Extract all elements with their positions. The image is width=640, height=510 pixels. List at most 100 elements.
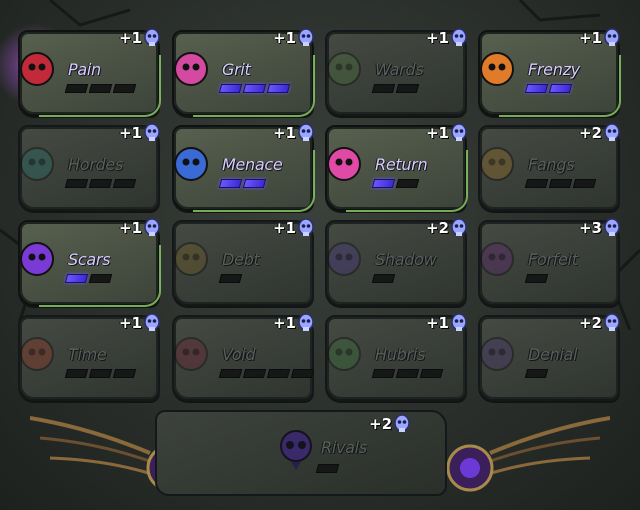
boon-card-pain[interactable]: Pain +1 bbox=[18, 28, 161, 117]
rank-bar bbox=[371, 274, 396, 283]
cost-value: +2 bbox=[578, 124, 602, 142]
rank-bars bbox=[218, 84, 291, 93]
boon-name: Wards bbox=[375, 60, 424, 79]
skull-gem-icon bbox=[144, 218, 160, 236]
boon-card-denial[interactable]: Denial +2 bbox=[478, 313, 620, 401]
skull-gem-icon bbox=[298, 313, 314, 331]
boon-name: Pain bbox=[68, 60, 101, 79]
boon-card-wards[interactable]: Wards +1 bbox=[325, 28, 467, 116]
cost-value: +1 bbox=[272, 29, 296, 47]
boon-card-void[interactable]: Void +1 bbox=[172, 313, 315, 401]
rank-bars bbox=[371, 274, 396, 283]
boon-card-forfeit[interactable]: Forfeit +3 bbox=[478, 218, 620, 306]
boon-card-rivals[interactable]: Rivals +2 bbox=[155, 410, 447, 496]
skull-gem-icon bbox=[451, 28, 467, 46]
boon-card-fangs[interactable]: Fangs +2 bbox=[478, 123, 620, 211]
boon-card-menace[interactable]: Menace +1 bbox=[172, 123, 315, 212]
rank-bars bbox=[218, 274, 243, 283]
boon-name: Grit bbox=[222, 60, 251, 79]
boon-card-time[interactable]: Time +1 bbox=[18, 313, 160, 401]
rank-bars bbox=[218, 179, 267, 188]
rank-bar bbox=[290, 369, 315, 378]
cost-value: +2 bbox=[425, 219, 449, 237]
cost-value: +1 bbox=[272, 314, 296, 332]
boon-card-scars[interactable]: Scars +1 bbox=[18, 218, 161, 307]
cost-value: +1 bbox=[118, 29, 142, 47]
cost-value: +1 bbox=[118, 124, 142, 142]
rank-bar bbox=[218, 274, 243, 283]
rank-bar bbox=[112, 369, 137, 378]
rank-bar bbox=[218, 179, 243, 188]
skull-gem-icon bbox=[144, 313, 160, 331]
rank-bar bbox=[218, 369, 243, 378]
blue-skull-flame-icon bbox=[174, 147, 208, 181]
rank-bar bbox=[524, 274, 549, 283]
boon-card-debt[interactable]: Debt +1 bbox=[172, 218, 314, 306]
cost-badge: +1 bbox=[426, 28, 467, 48]
rank-bar bbox=[524, 84, 549, 93]
skull-gem-icon bbox=[451, 123, 467, 141]
cost-badge: +1 bbox=[426, 123, 467, 143]
skull-gem-icon bbox=[298, 218, 314, 236]
cost-badge: +1 bbox=[119, 218, 160, 238]
rank-bar bbox=[266, 84, 291, 93]
flame-fist-icon bbox=[480, 52, 514, 86]
boon-name: Menace bbox=[222, 155, 283, 174]
rank-bars bbox=[371, 369, 444, 378]
boon-name: Scars bbox=[68, 250, 111, 269]
rank-bars bbox=[371, 84, 420, 93]
boon-card-grit[interactable]: Grit +1 bbox=[172, 28, 315, 117]
dark-skull-icon bbox=[280, 430, 312, 470]
rank-bars bbox=[64, 274, 113, 283]
rank-bar bbox=[395, 84, 420, 93]
cost-value: +1 bbox=[425, 314, 449, 332]
cost-value: +3 bbox=[578, 219, 602, 237]
cost-badge: +2 bbox=[369, 414, 410, 434]
flask-icon bbox=[480, 337, 514, 371]
boon-card-hubris[interactable]: Hubris +1 bbox=[325, 313, 467, 401]
skull-gem-icon bbox=[451, 218, 467, 236]
skull-gem-icon bbox=[451, 313, 467, 331]
boon-name: Debt bbox=[222, 250, 260, 269]
pink-skull-icon bbox=[327, 147, 361, 181]
boon-name: Rivals bbox=[321, 438, 367, 457]
rank-bar bbox=[266, 369, 291, 378]
rank-bar bbox=[395, 179, 420, 188]
cost-badge: +1 bbox=[426, 313, 467, 333]
rank-bar bbox=[64, 179, 89, 188]
rank-bar bbox=[524, 369, 549, 378]
boon-name: Return bbox=[375, 155, 428, 174]
cost-badge: +1 bbox=[273, 123, 314, 143]
rank-bar bbox=[395, 369, 420, 378]
boon-card-return[interactable]: Return +1 bbox=[325, 123, 468, 212]
cost-badge: +1 bbox=[119, 313, 160, 333]
cost-value: +1 bbox=[425, 124, 449, 142]
rank-bar bbox=[315, 464, 340, 473]
skull-gem-icon bbox=[604, 28, 620, 46]
rank-bar bbox=[88, 179, 113, 188]
rank-bar bbox=[64, 369, 89, 378]
cost-badge: +2 bbox=[579, 123, 620, 143]
cost-badge: +1 bbox=[273, 218, 314, 238]
boon-card-shadow[interactable]: Shadow +2 bbox=[325, 218, 467, 306]
void-orb-icon bbox=[174, 337, 208, 371]
rank-bar bbox=[242, 84, 267, 93]
skull-gem-icon bbox=[298, 28, 314, 46]
bat-gem-icon bbox=[480, 242, 514, 276]
dagger-icon bbox=[20, 52, 54, 86]
boon-name: Shadow bbox=[375, 250, 437, 269]
rank-bars bbox=[218, 369, 315, 378]
rank-bar bbox=[572, 179, 597, 188]
cost-value: +1 bbox=[118, 314, 142, 332]
skull-gem-icon bbox=[144, 123, 160, 141]
rank-bar bbox=[112, 179, 137, 188]
fangs-icon bbox=[480, 147, 514, 181]
boon-card-frenzy[interactable]: Frenzy +1 bbox=[478, 28, 621, 117]
cost-badge: +1 bbox=[579, 28, 620, 48]
cost-badge: +1 bbox=[273, 28, 314, 48]
rank-bars bbox=[315, 464, 340, 473]
boon-card-hordes[interactable]: Hordes +1 bbox=[18, 123, 160, 211]
rank-bar bbox=[112, 84, 137, 93]
hourglass-icon bbox=[20, 337, 54, 371]
rank-bar bbox=[419, 369, 444, 378]
